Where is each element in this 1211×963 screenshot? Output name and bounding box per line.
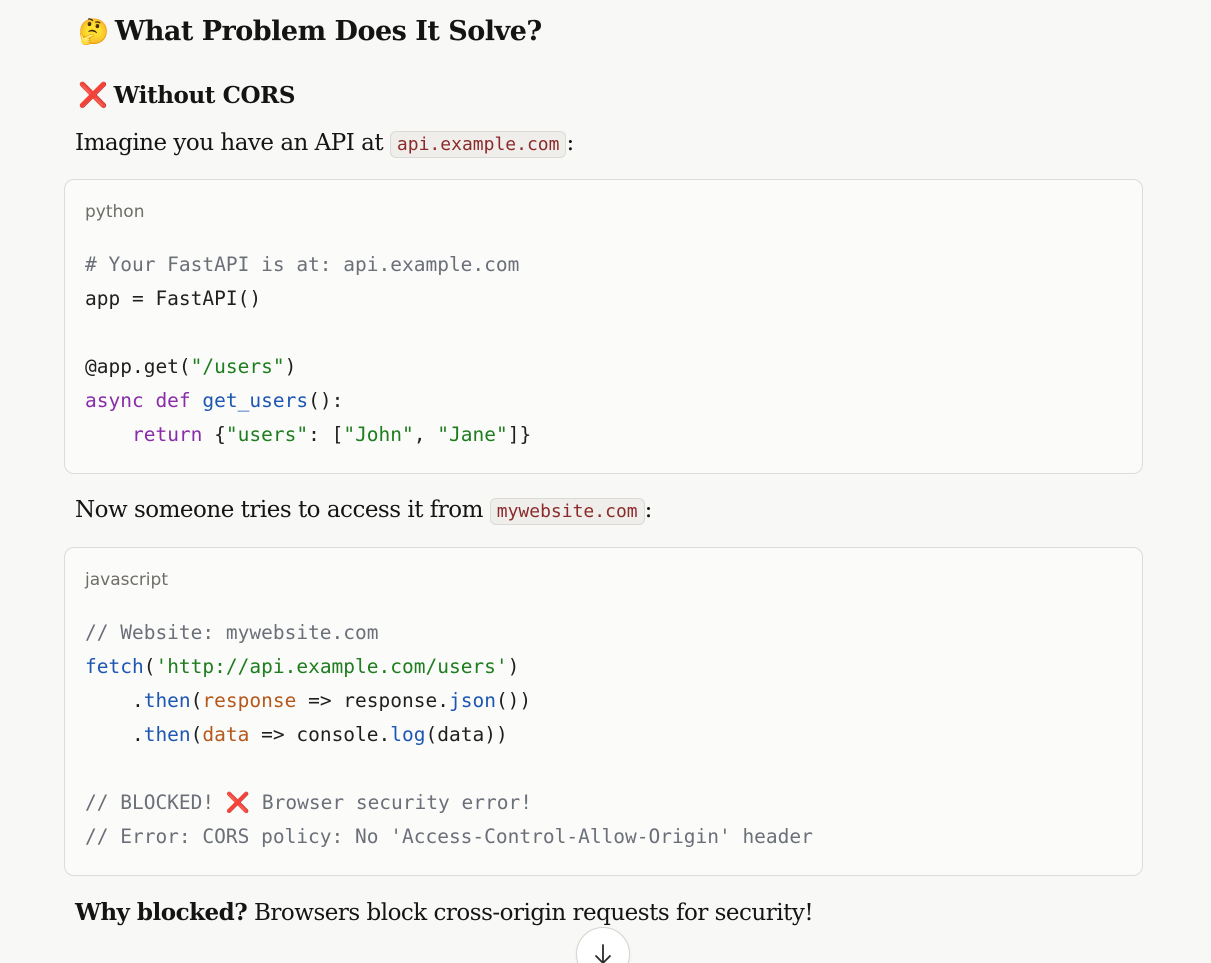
code-string: "Jane"	[437, 423, 508, 446]
code-block-javascript: javascript // Website: mywebsite.com fet…	[64, 547, 1143, 876]
code-token: ():	[308, 389, 344, 412]
code-function: then	[143, 689, 191, 712]
code-token: )	[507, 655, 520, 678]
code-parameter: data	[202, 723, 250, 746]
inline-code-api-domain: api.example.com	[389, 131, 567, 158]
code-token: => console.	[249, 723, 391, 746]
code-parameter: response	[202, 689, 297, 712]
code-string: "users"	[225, 423, 309, 446]
code-line: app = FastAPI()	[85, 287, 262, 310]
code-comment: Browser security error!	[250, 791, 532, 814]
inline-code-website-domain: mywebsite.com	[489, 498, 645, 525]
paragraph-api-intro: Imagine you have an API at api.example.c…	[75, 126, 574, 162]
code-function: get_users	[202, 389, 309, 412]
paragraph-text: :	[644, 497, 653, 523]
code-keyword: async def	[85, 389, 191, 412]
code-token: )	[284, 355, 297, 378]
code-string: 'http://api.example.com/users'	[155, 655, 508, 678]
code-function: log	[390, 723, 426, 746]
code-function: fetch	[85, 655, 144, 678]
code-token: {	[202, 423, 226, 446]
thinking-face-icon: 🤔	[78, 17, 109, 46]
paragraph-why-blocked: Why blocked? Browsers block cross-origin…	[75, 896, 814, 930]
code-token: (	[190, 689, 203, 712]
code-token: (	[190, 723, 203, 746]
cross-mark-icon: ❌	[225, 791, 251, 814]
code-function: then	[143, 723, 191, 746]
paragraph-cross-origin-access: Now someone tries to access it from mywe…	[75, 493, 652, 529]
section-heading: 🤔 What Problem Does It Solve?	[78, 14, 542, 50]
paragraph-text: Browsers block cross-origin requests for…	[247, 900, 814, 926]
code-token: .	[85, 723, 144, 746]
code-string: "John"	[343, 423, 414, 446]
code-token: ,	[413, 423, 438, 446]
scroll-to-bottom-button[interactable]	[576, 927, 630, 963]
code-language-label: javascript	[85, 570, 168, 590]
code-comment: // Error: CORS policy: No 'Access-Contro…	[85, 825, 813, 848]
code-token: .	[85, 689, 144, 712]
code-token: ())	[495, 689, 532, 712]
code-language-label: python	[85, 202, 145, 222]
cross-mark-icon: ❌	[78, 81, 108, 109]
code-string: "/users"	[190, 355, 285, 378]
code-token: : [	[308, 423, 344, 446]
code-token: ]}	[507, 423, 532, 446]
paragraph-bold-lead: Why blocked?	[75, 899, 248, 926]
paragraph-text: :	[566, 130, 574, 156]
code-content: // Website: mywebsite.com fetch('http://…	[85, 616, 813, 854]
paragraph-text: Now someone tries to access it from	[75, 497, 490, 523]
code-comment: // Website: mywebsite.com	[85, 621, 379, 644]
code-block-python: python # Your FastAPI is at: api.example…	[64, 179, 1143, 474]
arrow-down-icon	[595, 944, 611, 963]
code-comment: // BLOCKED!	[85, 791, 226, 814]
code-token: @app.get(	[85, 355, 191, 378]
code-token: (	[143, 655, 156, 678]
subsection-heading-text: Without CORS	[113, 82, 296, 109]
code-function: json	[448, 689, 496, 712]
code-token: (data))	[425, 723, 508, 746]
code-content: # Your FastAPI is at: api.example.com ap…	[85, 248, 531, 452]
subsection-heading: ❌ Without CORS	[78, 78, 295, 113]
code-comment: # Your FastAPI is at: api.example.com	[85, 253, 520, 276]
paragraph-text: Imagine you have an API at	[75, 130, 390, 156]
section-heading-text: What Problem Does It Solve?	[114, 16, 542, 47]
code-keyword: return	[131, 423, 203, 446]
code-token: => response.	[296, 689, 449, 712]
